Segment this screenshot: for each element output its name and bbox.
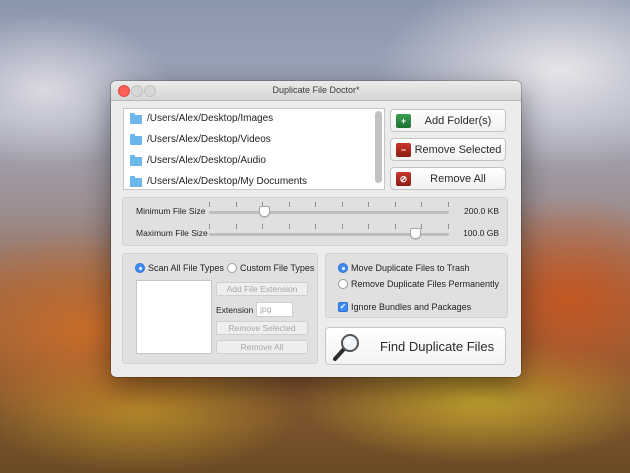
file-types-panel: Scan All File Types Custom File Types Ad… bbox=[122, 253, 318, 364]
slider-tick bbox=[448, 224, 449, 229]
max-size-slider-thumb[interactable] bbox=[410, 228, 421, 239]
add-extension-button[interactable]: Add File Extension bbox=[216, 282, 308, 296]
folder-icon bbox=[130, 155, 142, 166]
min-size-slider[interactable] bbox=[209, 211, 449, 214]
folder-path: /Users/Alex/Desktop/Videos bbox=[147, 134, 271, 145]
slider-tick bbox=[315, 224, 316, 229]
find-duplicate-files-button[interactable]: Find Duplicate Files bbox=[325, 327, 506, 365]
slider-tick bbox=[395, 224, 396, 229]
slider-tick bbox=[289, 202, 290, 207]
add-folders-button[interactable]: + Add Folder(s) bbox=[390, 109, 506, 132]
slider-tick bbox=[315, 202, 316, 207]
ignore-bundles-label[interactable]: Ignore Bundles and Packages bbox=[351, 302, 471, 312]
duplicate-options-panel: Move Duplicate Files to Trash Remove Dup… bbox=[325, 253, 508, 318]
folder-icon bbox=[130, 176, 142, 187]
slider-tick bbox=[368, 224, 369, 229]
max-size-label: Maximum File Size bbox=[136, 228, 208, 238]
remove-all-label: Remove All bbox=[430, 173, 486, 185]
remove-permanently-label[interactable]: Remove Duplicate Files Permanently bbox=[351, 279, 499, 289]
ignore-bundles-checkbox[interactable]: ✓ bbox=[338, 302, 348, 312]
remove-all-folders-button[interactable]: ⊘ Remove All bbox=[390, 167, 506, 190]
remove-selected-label: Remove Selected bbox=[414, 144, 502, 156]
scan-all-radio[interactable] bbox=[135, 263, 145, 273]
slider-tick bbox=[236, 224, 237, 229]
slider-tick bbox=[421, 224, 422, 229]
remove-folder-icon: − bbox=[396, 143, 411, 157]
remove-all-icon: ⊘ bbox=[396, 172, 411, 186]
slider-tick bbox=[236, 202, 237, 207]
folder-icon bbox=[130, 113, 142, 124]
file-size-panel: Minimum File Size 200.0 KB Maximum File … bbox=[122, 197, 508, 246]
add-folders-label: Add Folder(s) bbox=[424, 115, 492, 127]
move-to-trash-label[interactable]: Move Duplicate Files to Trash bbox=[351, 263, 470, 273]
magnifier-icon bbox=[333, 334, 359, 361]
folder-list[interactable]: /Users/Alex/Desktop/Images /Users/Alex/D… bbox=[123, 108, 385, 190]
min-size-label: Minimum File Size bbox=[136, 206, 206, 216]
remove-selected-extension-button[interactable]: Remove Selected bbox=[216, 321, 308, 335]
app-window: Duplicate File Doctor* /Users/Alex/Deskt… bbox=[111, 81, 521, 377]
remove-all-extensions-button[interactable]: Remove All bbox=[216, 340, 308, 354]
custom-types-radio[interactable] bbox=[227, 263, 237, 273]
folder-list-item[interactable]: /Users/Alex/Desktop/My Documents bbox=[124, 172, 372, 189]
folder-list-item[interactable]: /Users/Alex/Desktop/Images bbox=[124, 109, 372, 130]
extension-label: Extension bbox=[216, 305, 254, 315]
add-folder-icon: + bbox=[396, 114, 411, 128]
scan-all-label[interactable]: Scan All File Types bbox=[148, 263, 224, 273]
remove-permanently-radio[interactable] bbox=[338, 279, 348, 289]
slider-tick bbox=[368, 202, 369, 207]
min-size-slider-thumb[interactable] bbox=[259, 206, 270, 217]
slider-tick bbox=[395, 202, 396, 207]
min-size-ticks bbox=[209, 202, 449, 207]
custom-types-label[interactable]: Custom File Types bbox=[240, 263, 314, 273]
slider-tick bbox=[342, 202, 343, 207]
slider-tick bbox=[342, 224, 343, 229]
remove-selected-folders-button[interactable]: − Remove Selected bbox=[390, 138, 506, 161]
find-duplicate-files-label: Find Duplicate Files bbox=[380, 339, 495, 354]
max-size-value: 100.0 GB bbox=[463, 228, 499, 238]
move-to-trash-radio[interactable] bbox=[338, 263, 348, 273]
min-size-value: 200.0 KB bbox=[464, 206, 499, 216]
window-title: Duplicate File Doctor* bbox=[272, 85, 360, 95]
folder-list-scrollbar[interactable] bbox=[375, 111, 382, 183]
extension-input[interactable]: jpg bbox=[256, 302, 293, 317]
folder-path: /Users/Alex/Desktop/My Documents bbox=[147, 176, 308, 187]
slider-tick bbox=[209, 202, 210, 207]
slider-tick bbox=[421, 202, 422, 207]
slider-tick bbox=[448, 202, 449, 207]
title-bar[interactable]: Duplicate File Doctor* bbox=[111, 81, 521, 101]
slider-tick bbox=[209, 224, 210, 229]
folder-list-item[interactable]: /Users/Alex/Desktop/Videos bbox=[124, 130, 372, 151]
slider-tick bbox=[262, 224, 263, 229]
folder-list-item[interactable]: /Users/Alex/Desktop/Audio bbox=[124, 151, 372, 172]
folder-path: /Users/Alex/Desktop/Audio bbox=[147, 155, 266, 166]
folder-icon bbox=[130, 134, 142, 145]
extension-list[interactable] bbox=[136, 280, 212, 354]
slider-tick bbox=[289, 224, 290, 229]
folder-path: /Users/Alex/Desktop/Images bbox=[147, 113, 274, 124]
